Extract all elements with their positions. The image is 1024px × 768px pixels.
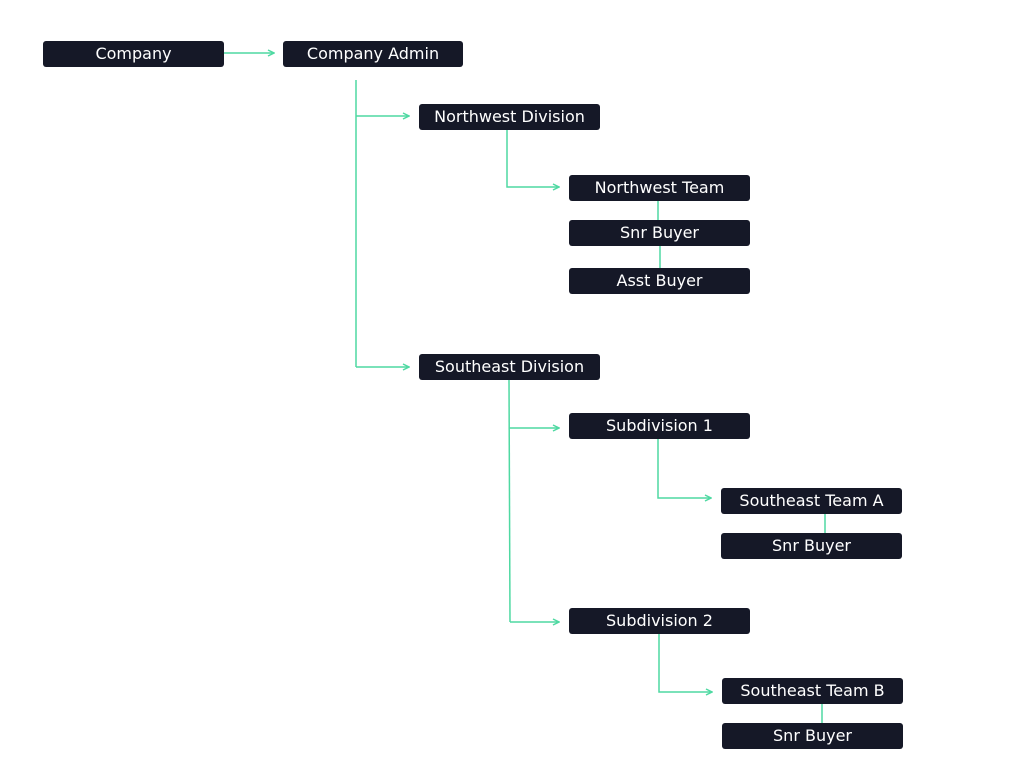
node-northwest-team: Northwest Team (569, 175, 750, 201)
node-company-admin: Company Admin (283, 41, 463, 67)
node-southeast-team-b: Southeast Team B (722, 678, 903, 704)
node-subdivision-2: Subdivision 2 (569, 608, 750, 634)
node-southeast-team-b-snr-buyer: Snr Buyer (722, 723, 903, 749)
node-northwest-snr-buyer: Snr Buyer (569, 220, 750, 246)
arrow-to-southeast-team-a (657, 439, 711, 498)
node-southeast-division: Southeast Division (419, 354, 600, 380)
node-subdivision-1: Subdivision 1 (569, 413, 750, 439)
arrow-to-northwest-team (506, 130, 559, 187)
node-company: Company (43, 41, 224, 67)
node-southeast-team-a: Southeast Team A (721, 488, 902, 514)
node-northwest-division: Northwest Division (419, 104, 600, 130)
node-southeast-team-a-snr-buyer: Snr Buyer (721, 533, 902, 559)
node-northwest-asst-buyer: Asst Buyer (569, 268, 750, 294)
trunk-southeast (508, 379, 511, 623)
arrow-to-southeast-team-b (658, 634, 712, 692)
